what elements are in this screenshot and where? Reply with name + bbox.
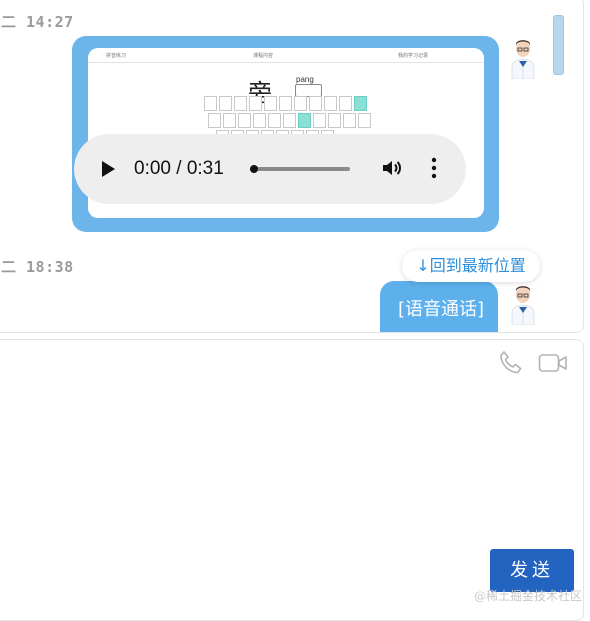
- keyboard-header-right: 我的学习记录: [398, 53, 429, 59]
- chat-history: 二 14:27 拼音练习 课程内容 我的学习记录 旁 pang 0:00 / 0…: [0, 0, 584, 333]
- key: [208, 113, 221, 128]
- key: [313, 113, 326, 128]
- keyboard-row-1: [204, 96, 369, 111]
- key: [204, 96, 217, 111]
- message-composer[interactable]: 发送: [0, 339, 584, 621]
- key-highlighted: [354, 96, 367, 111]
- send-button[interactable]: 发送: [490, 549, 574, 592]
- audio-time-display: 0:00 / 0:31: [134, 158, 224, 179]
- key: [339, 96, 352, 111]
- more-options-icon[interactable]: [430, 156, 438, 180]
- doctor-avatar-icon[interactable]: [508, 283, 538, 325]
- play-icon[interactable]: [102, 161, 115, 177]
- key: [358, 113, 371, 128]
- audio-player: 0:00 / 0:31: [74, 134, 466, 204]
- keyboard-row-2: [208, 113, 373, 128]
- audio-seek-bar[interactable]: [250, 165, 350, 173]
- voice-call-text: [语音通话]: [398, 299, 485, 320]
- keyboard-header-mid: 课程内容: [253, 53, 274, 59]
- doctor-avatar-icon[interactable]: [508, 37, 538, 79]
- seek-knob[interactable]: [250, 165, 258, 173]
- key: [309, 96, 322, 111]
- key: [223, 113, 236, 128]
- key: [253, 113, 266, 128]
- key: [283, 113, 296, 128]
- key: [249, 96, 262, 111]
- keyboard-header-left: 拼音练习: [106, 53, 127, 59]
- watermark: @稀土掘金技术社区: [474, 589, 583, 603]
- phone-icon[interactable]: [498, 350, 522, 376]
- key-highlighted: [298, 113, 311, 128]
- key: [294, 96, 307, 111]
- key: [234, 96, 247, 111]
- key: [219, 96, 232, 111]
- voice-call-bubble[interactable]: [语音通话]: [380, 281, 498, 332]
- key: [264, 96, 277, 111]
- scrollbar-thumb[interactable]: [553, 15, 564, 75]
- timestamp: 二 14:27: [1, 13, 74, 31]
- key: [328, 113, 341, 128]
- timestamp: 二 18:38: [1, 258, 74, 276]
- pinyin-label: pang: [296, 75, 314, 84]
- volume-icon[interactable]: [380, 156, 404, 180]
- video-icon[interactable]: [538, 352, 568, 374]
- key: [279, 96, 292, 111]
- key: [324, 96, 337, 111]
- key: [238, 113, 251, 128]
- keyboard-header: 拼音练习 课程内容 我的学习记录: [88, 48, 484, 63]
- media-message-bubble[interactable]: 拼音练习 课程内容 我的学习记录 旁 pang 0:00 / 0:31: [72, 36, 499, 232]
- jump-to-latest-button[interactable]: ↓回到最新位置: [402, 250, 540, 282]
- key: [268, 113, 281, 128]
- key: [343, 113, 356, 128]
